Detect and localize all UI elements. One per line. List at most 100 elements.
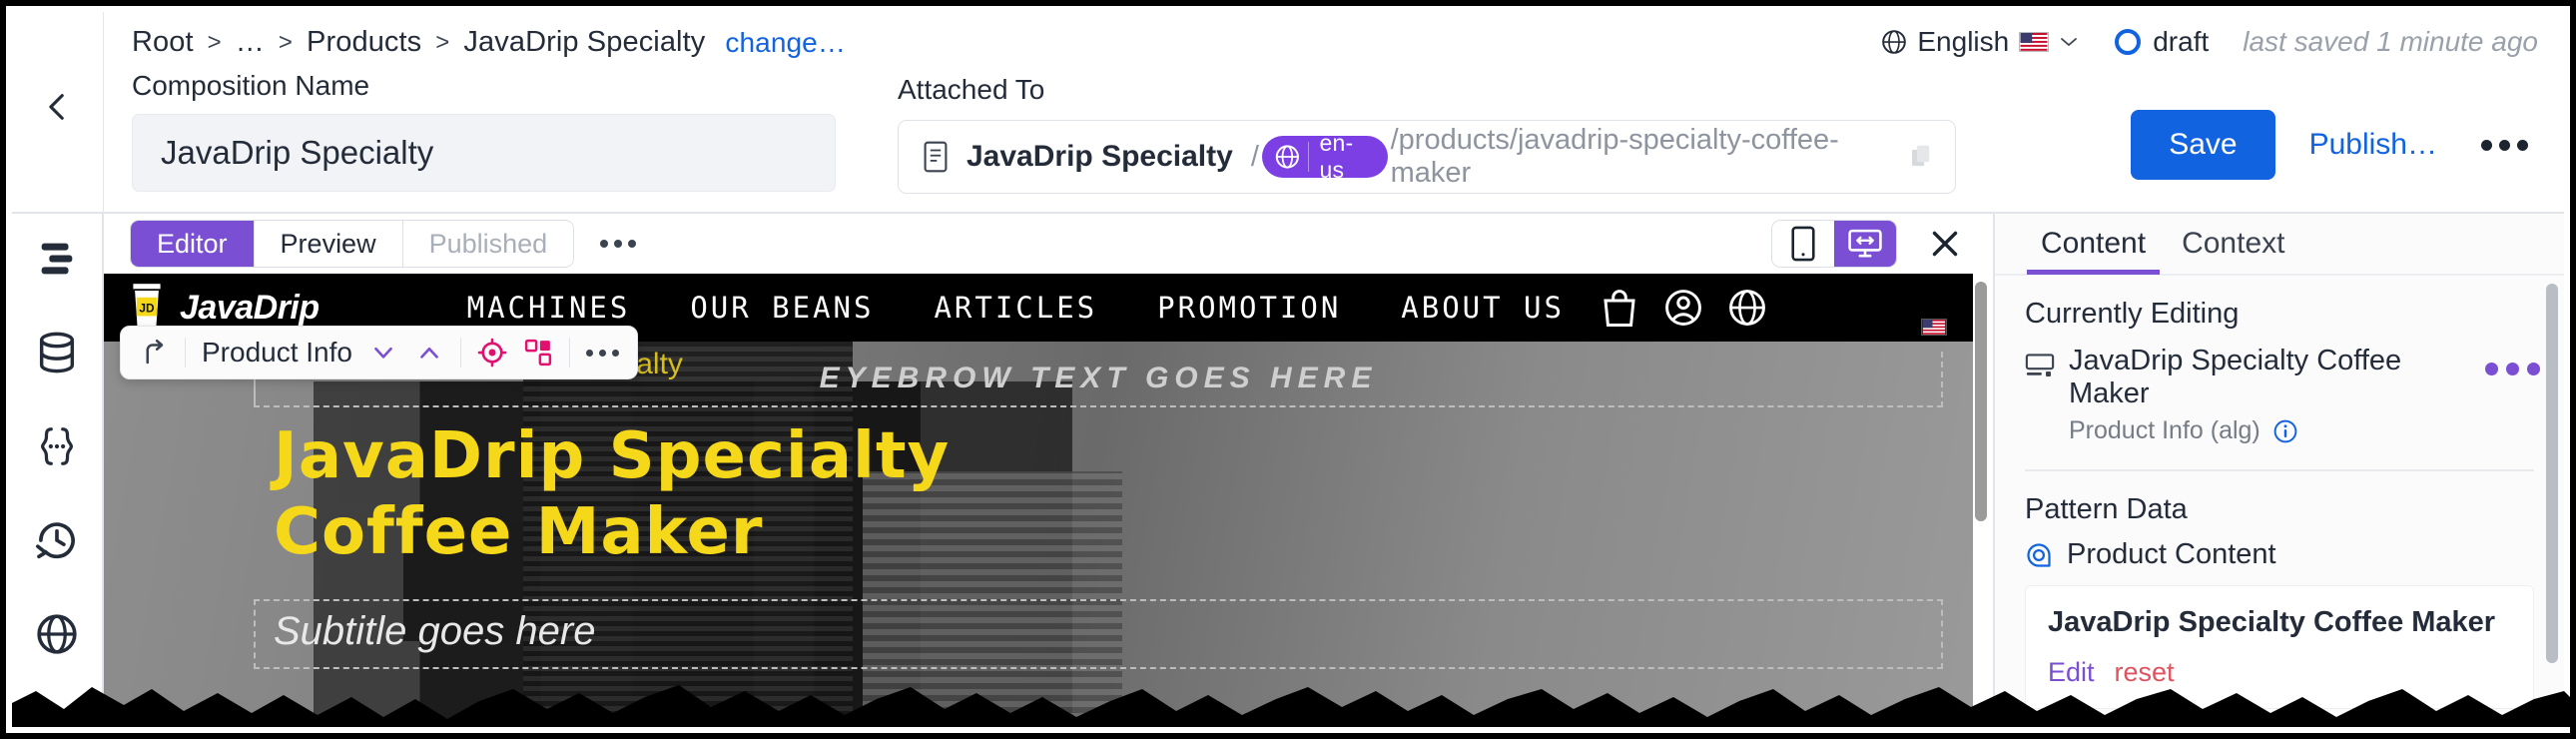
right-panel-scrollbar[interactable] bbox=[2546, 284, 2558, 663]
globe-icon[interactable] bbox=[1726, 287, 1768, 329]
top-header-main: Root > … > Products > JavaDrip Specialty… bbox=[104, 12, 2564, 212]
responsive-desktop-icon bbox=[1848, 229, 1882, 258]
preview-canvas[interactable]: JD JavaDrip MACHINES OUR BEANS ARTICLES … bbox=[104, 274, 1973, 727]
top-header: Root > … > Products > JavaDrip Specialty… bbox=[12, 12, 2564, 212]
chevron-down-icon[interactable] bbox=[368, 338, 398, 368]
tab-content[interactable]: Content bbox=[2023, 213, 2164, 275]
nav-link-our-beans[interactable]: OUR BEANS bbox=[690, 291, 874, 325]
editor-toolbar-right bbox=[1771, 220, 1967, 268]
breadcrumb-item-products[interactable]: Products bbox=[307, 26, 421, 59]
canvas-scrollbar[interactable] bbox=[1975, 282, 1987, 521]
info-icon[interactable] bbox=[2272, 418, 2298, 444]
breadcrumb-item-ellipsis[interactable]: … bbox=[236, 26, 265, 59]
composition-name-input[interactable]: JavaDrip Specialty bbox=[132, 114, 836, 192]
language-label: English bbox=[1917, 26, 2010, 57]
tab-context[interactable]: Context bbox=[2164, 213, 2302, 275]
currently-editing-more-button[interactable] bbox=[2485, 363, 2540, 375]
shopping-bag-icon[interactable] bbox=[1599, 287, 1640, 329]
hero-title[interactable]: JavaDrip Specialty Coffee Maker bbox=[274, 419, 950, 570]
editor-toolbar-more-button[interactable] bbox=[600, 240, 637, 248]
hero-title-line-1: JavaDrip Specialty bbox=[274, 419, 951, 493]
nav-link-about-us[interactable]: ABOUT US bbox=[1401, 291, 1565, 325]
globe-icon[interactable] bbox=[34, 611, 80, 657]
editor-toolbar: Editor Preview Published bbox=[104, 214, 1993, 274]
tab-preview[interactable]: Preview bbox=[254, 221, 403, 267]
svg-text:JD: JD bbox=[139, 301, 155, 315]
chevron-left-icon[interactable] bbox=[41, 90, 75, 124]
back-button-column bbox=[12, 12, 104, 212]
currently-editing-name: JavaDrip Specialty Coffee Maker bbox=[2069, 345, 2402, 409]
header-more-button[interactable] bbox=[2471, 130, 2538, 161]
currently-editing-item[interactable]: JavaDrip Specialty Coffee Maker Product … bbox=[1995, 331, 2564, 445]
database-icon[interactable] bbox=[34, 330, 80, 375]
toolbar-divider bbox=[568, 338, 570, 368]
url-path: /products/javadrip-specialty-coffee-make… bbox=[1390, 124, 1839, 189]
element-toolbar-more-button[interactable] bbox=[585, 349, 619, 357]
toolbar-divider bbox=[185, 338, 186, 368]
code-braces-icon[interactable] bbox=[34, 423, 80, 469]
hero-subtitle: Subtitle goes here bbox=[274, 609, 596, 653]
header-actions: Save Publish… bbox=[2131, 110, 2538, 180]
pattern-data-card: JavaDrip Specialty Coffee Maker Edit res… bbox=[2025, 585, 2534, 709]
status-badge: draft bbox=[2115, 26, 2209, 58]
components-icon[interactable] bbox=[523, 338, 553, 368]
url-leading-slash: / bbox=[1250, 140, 1259, 173]
app-window: Root > … > Products > JavaDrip Specialty… bbox=[0, 0, 2576, 739]
right-panel: Content Context Currently Editing JavaDr… bbox=[1993, 214, 2564, 727]
toolbar-divider bbox=[459, 338, 461, 368]
move-out-icon[interactable] bbox=[139, 338, 169, 368]
nav-link-machines[interactable]: MACHINES bbox=[467, 291, 631, 325]
currently-editing-pattern-label: Product Info (alg) bbox=[2069, 416, 2260, 444]
editor-mode-tabs: Editor Preview Published bbox=[130, 220, 575, 268]
breadcrumb-separator: > bbox=[435, 28, 450, 56]
language-selector[interactable]: English bbox=[1881, 26, 2079, 58]
query-icon bbox=[2027, 542, 2051, 567]
device-responsive-button[interactable] bbox=[1834, 221, 1896, 267]
hero-section: Home > Products > JavaDrip Specialty EYE… bbox=[104, 342, 1973, 727]
locale-code: en-us bbox=[1319, 130, 1354, 183]
chevron-down-icon[interactable] bbox=[2059, 36, 2079, 48]
top-right-status: English draft last saved 1 minute ago bbox=[1881, 26, 2538, 58]
publish-button[interactable]: Publish… bbox=[2309, 128, 2437, 162]
breadcrumb-item-root[interactable]: Root bbox=[132, 26, 194, 59]
document-icon bbox=[924, 141, 948, 173]
account-icon[interactable] bbox=[1662, 287, 1704, 329]
globe-icon bbox=[1882, 30, 1907, 54]
currently-editing-details: JavaDrip Specialty Coffee Maker Product … bbox=[2069, 345, 2471, 445]
change-link[interactable]: change… bbox=[725, 27, 846, 59]
attached-to-block: Attached To JavaDrip Specialty / en-us /… bbox=[898, 74, 1956, 194]
attached-entry-name: JavaDrip Specialty bbox=[966, 140, 1233, 173]
pattern-edit-link[interactable]: Edit bbox=[2048, 657, 2095, 688]
chevron-up-icon[interactable] bbox=[414, 338, 444, 368]
content-list-icon[interactable] bbox=[34, 236, 80, 282]
device-mobile-button[interactable] bbox=[1772, 221, 1834, 267]
nav-link-promotion[interactable]: PROMOTION bbox=[1157, 291, 1341, 325]
pattern-card-actions: Edit reset bbox=[2048, 657, 2511, 688]
nav-link-articles[interactable]: ARTICLES bbox=[934, 291, 1097, 325]
pattern-source-row[interactable]: Product Content bbox=[1995, 526, 2564, 571]
pattern-data-title: Pattern Data bbox=[2025, 493, 2188, 525]
copy-icon[interactable] bbox=[1911, 144, 1931, 170]
device-toggle-group bbox=[1771, 220, 1897, 268]
site-nav-icons bbox=[1599, 287, 1768, 329]
pattern-reset-link[interactable]: reset bbox=[2115, 657, 2175, 688]
target-icon[interactable] bbox=[477, 338, 507, 368]
tab-editor[interactable]: Editor bbox=[131, 221, 255, 267]
breadcrumb-item-javadrip-specialty[interactable]: JavaDrip Specialty bbox=[463, 26, 705, 59]
attached-url: / en-us /products/javadrip-specialty-cof… bbox=[1251, 124, 1879, 190]
site-brand-name: JavaDrip bbox=[180, 288, 320, 327]
attached-to-field[interactable]: JavaDrip Specialty / en-us /products/jav… bbox=[898, 120, 1956, 194]
element-toolbar-label: Product Info bbox=[202, 337, 352, 368]
us-flag-icon bbox=[1921, 319, 1947, 336]
globe-icon bbox=[1275, 145, 1299, 169]
close-icon[interactable] bbox=[1927, 226, 1963, 262]
breadcrumb: Root > … > Products > JavaDrip Specialty… bbox=[132, 26, 846, 59]
attached-to-label: Attached To bbox=[898, 74, 1045, 105]
breadcrumb-separator: > bbox=[278, 28, 294, 56]
site-nav-links: MACHINES OUR BEANS ARTICLES PROMOTION AB… bbox=[467, 291, 1565, 325]
composition-name-label: Composition Name bbox=[132, 70, 370, 101]
save-button[interactable]: Save bbox=[2131, 110, 2275, 180]
locale-badge[interactable]: en-us bbox=[1261, 130, 1388, 183]
tab-published[interactable]: Published bbox=[402, 221, 574, 267]
history-clock-icon[interactable] bbox=[34, 517, 80, 563]
